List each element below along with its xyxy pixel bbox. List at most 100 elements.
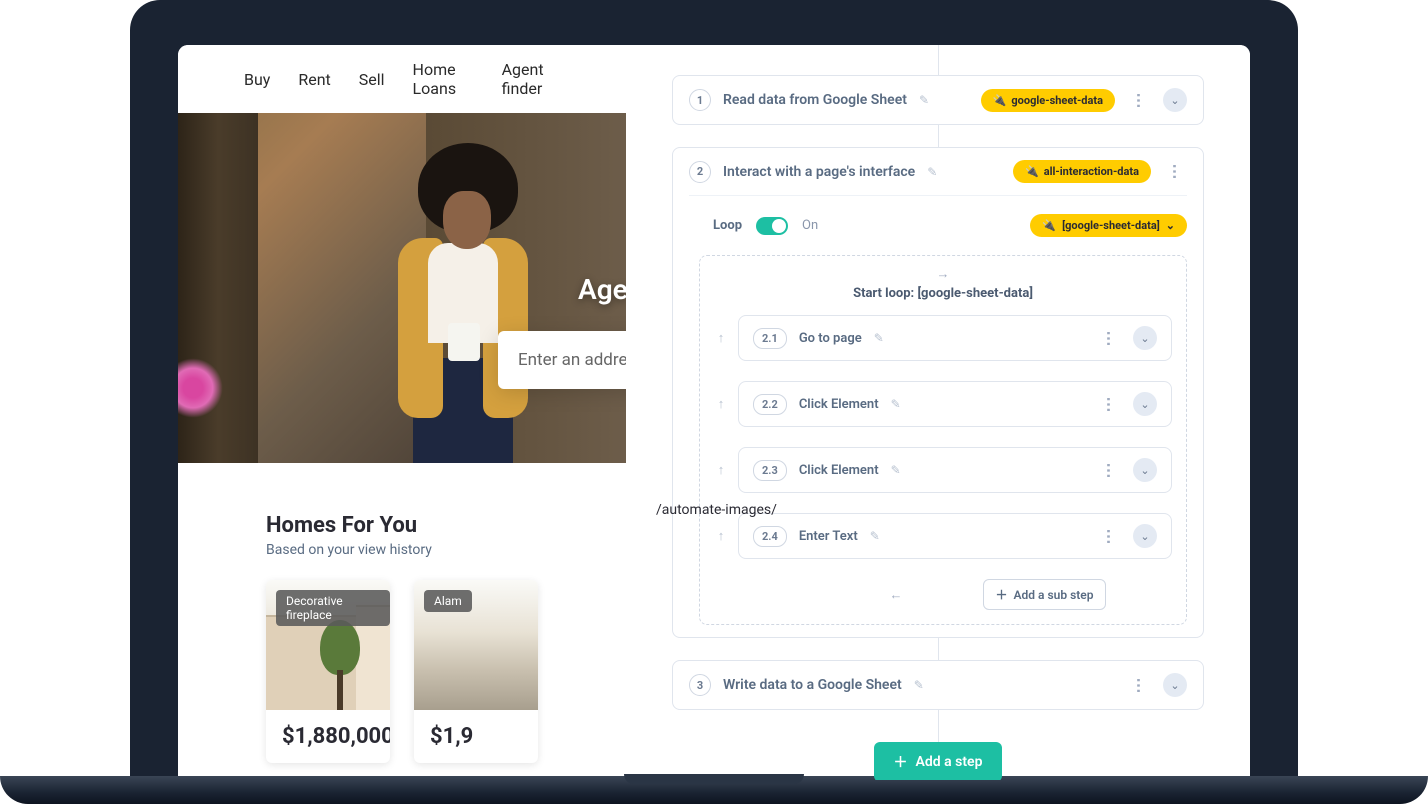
substep-2-4: 2.4 Enter Text ✎ ⋯ ⌄ [738,513,1172,559]
loop-source: [google-sheet-data] [1062,219,1160,232]
substep-number: 2.2 [753,394,787,415]
substep-title: Go to page [799,331,862,346]
laptop-base [0,776,1428,804]
home-price: $1,9 [414,710,538,763]
more-icon[interactable]: ⋯ [1166,160,1185,184]
loop-container: → Start loop: [google-sheet-data] ↑ 2.1 … [699,255,1187,625]
pill-label: all-interaction-data [1044,165,1139,178]
substep-number: 2.3 [753,460,787,481]
arrow-up-icon: ↑ [714,462,728,478]
homes-section: Homes For You Based on your view history… [178,463,626,763]
home-card-2[interactable]: Alam $1,9 [414,580,538,763]
expand-button[interactable]: ⌄ [1163,673,1187,697]
substep-title: Enter Text [799,529,858,544]
plug-icon: 🔌 [993,94,1007,107]
home-price: $1,880,000 [266,710,390,763]
step-title: Read data from Google Sheet [723,92,907,108]
edit-icon[interactable]: ✎ [874,331,884,345]
more-icon[interactable]: ⋯ [1130,673,1149,697]
homes-subtitle: Based on your view history [266,542,538,558]
expand-button[interactable]: ⌄ [1133,458,1157,482]
edit-icon[interactable]: ✎ [891,397,901,411]
home-image: Decorative fireplace [266,580,390,710]
screen: Buy Rent Sell Home Loans Agent finder [178,45,1250,780]
pill-label: google-sheet-data [1011,94,1103,107]
expand-button[interactable]: ⌄ [1163,88,1187,112]
website-panel: Buy Rent Sell Home Loans Agent finder [178,45,626,780]
more-icon[interactable]: ⋯ [1100,458,1119,482]
nav-buy[interactable]: Buy [244,70,270,89]
arrow-up-icon: ↑ [714,330,728,346]
search-placeholder: Enter an addres [518,350,626,370]
chevron-down-icon: ⌄ [1140,332,1149,345]
nav-agent-finder[interactable]: Agent finder [502,60,560,98]
home-label: Alam [424,590,472,612]
chevron-down-icon: ⌄ [1166,219,1175,232]
nav-bar: Buy Rent Sell Home Loans Agent finder [178,45,626,113]
step-2: 2 Interact with a page's interface ✎ 🔌 a… [672,147,1204,638]
substep-2-1: 2.1 Go to page ✎ ⋯ ⌄ [738,315,1172,361]
substep-number: 2.4 [753,526,787,547]
loop-arrow-left-icon: ← [780,587,903,603]
nav-home-loans[interactable]: Home Loans [413,60,474,98]
loop-label: Loop [713,218,742,233]
step-3: 3 Write data to a Google Sheet ✎ ⋯ ⌄ [672,660,1204,710]
more-icon[interactable]: ⋯ [1100,524,1119,548]
plug-icon: 🔌 [1025,165,1039,178]
add-step-button[interactable]: ＋ Add a step [874,742,1003,780]
edit-icon[interactable]: ✎ [927,165,937,179]
home-image: Alam [414,580,538,710]
add-sub-label: Add a sub step [1014,588,1094,602]
edit-icon[interactable]: ✎ [870,529,880,543]
nav-rent[interactable]: Rent [298,70,330,89]
automation-panel: 1 Read data from Google Sheet ✎ 🔌 google… [626,45,1250,780]
substep-2-3: 2.3 Click Element ✎ ⋯ ⌄ [738,447,1172,493]
loop-config: Loop On 🔌 [google-sheet-data] ⌄ [689,195,1187,245]
add-step-label: Add a step [916,754,983,770]
step-1: 1 Read data from Google Sheet ✎ 🔌 google… [672,75,1204,125]
chevron-down-icon: ⌄ [1140,464,1149,477]
hero-title: Age [578,273,626,306]
more-icon[interactable]: ⋯ [1130,88,1149,112]
homes-title: Homes For You [266,513,538,538]
step-number: 1 [689,89,711,111]
chevron-down-icon: ⌄ [1140,530,1149,543]
loop-arrow-right-icon: → [714,266,1172,282]
edit-icon[interactable]: ✎ [891,463,901,477]
laptop-frame: Buy Rent Sell Home Loans Agent finder [130,0,1298,780]
loop-state: On [802,218,818,233]
substep-title: Click Element [799,463,879,478]
step-number: 3 [689,674,711,696]
hero-image: Age Enter an addres [178,113,626,463]
substep-number: 2.1 [753,328,787,349]
add-substep-button[interactable]: ＋ Add a sub step [983,579,1107,610]
substep-2-2: 2.2 Click Element ✎ ⋯ ⌄ [738,381,1172,427]
step-output-pill[interactable]: 🔌 all-interaction-data [1013,160,1151,183]
plus-icon: ＋ [894,752,908,772]
stray-path-text: /automate-images/ [656,502,777,518]
nav-sell[interactable]: Sell [359,70,385,89]
arrow-up-icon: ↑ [714,528,728,544]
home-card-1[interactable]: Decorative fireplace $1,880,000 [266,580,390,763]
expand-button[interactable]: ⌄ [1133,392,1157,416]
step-title: Interact with a page's interface [723,164,915,180]
more-icon[interactable]: ⋯ [1100,326,1119,350]
step-number: 2 [689,161,711,183]
edit-icon[interactable]: ✎ [919,93,929,107]
chevron-down-icon: ⌄ [1170,679,1179,692]
home-label: Decorative fireplace [276,590,390,626]
expand-button[interactable]: ⌄ [1133,326,1157,350]
chevron-down-icon: ⌄ [1170,94,1179,107]
plus-icon: ＋ [996,586,1008,603]
edit-icon[interactable]: ✎ [914,678,924,692]
step-output-pill[interactable]: 🔌 google-sheet-data [981,89,1115,112]
substep-title: Click Element [799,397,879,412]
expand-button[interactable]: ⌄ [1133,524,1157,548]
loop-start-label: Start loop: [google-sheet-data] [714,286,1172,301]
loop-source-dropdown[interactable]: 🔌 [google-sheet-data] ⌄ [1030,214,1187,237]
search-input[interactable]: Enter an addres [498,331,626,389]
step-title: Write data to a Google Sheet [723,677,902,693]
chevron-down-icon: ⌄ [1140,398,1149,411]
loop-toggle[interactable] [756,217,788,235]
more-icon[interactable]: ⋯ [1100,392,1119,416]
